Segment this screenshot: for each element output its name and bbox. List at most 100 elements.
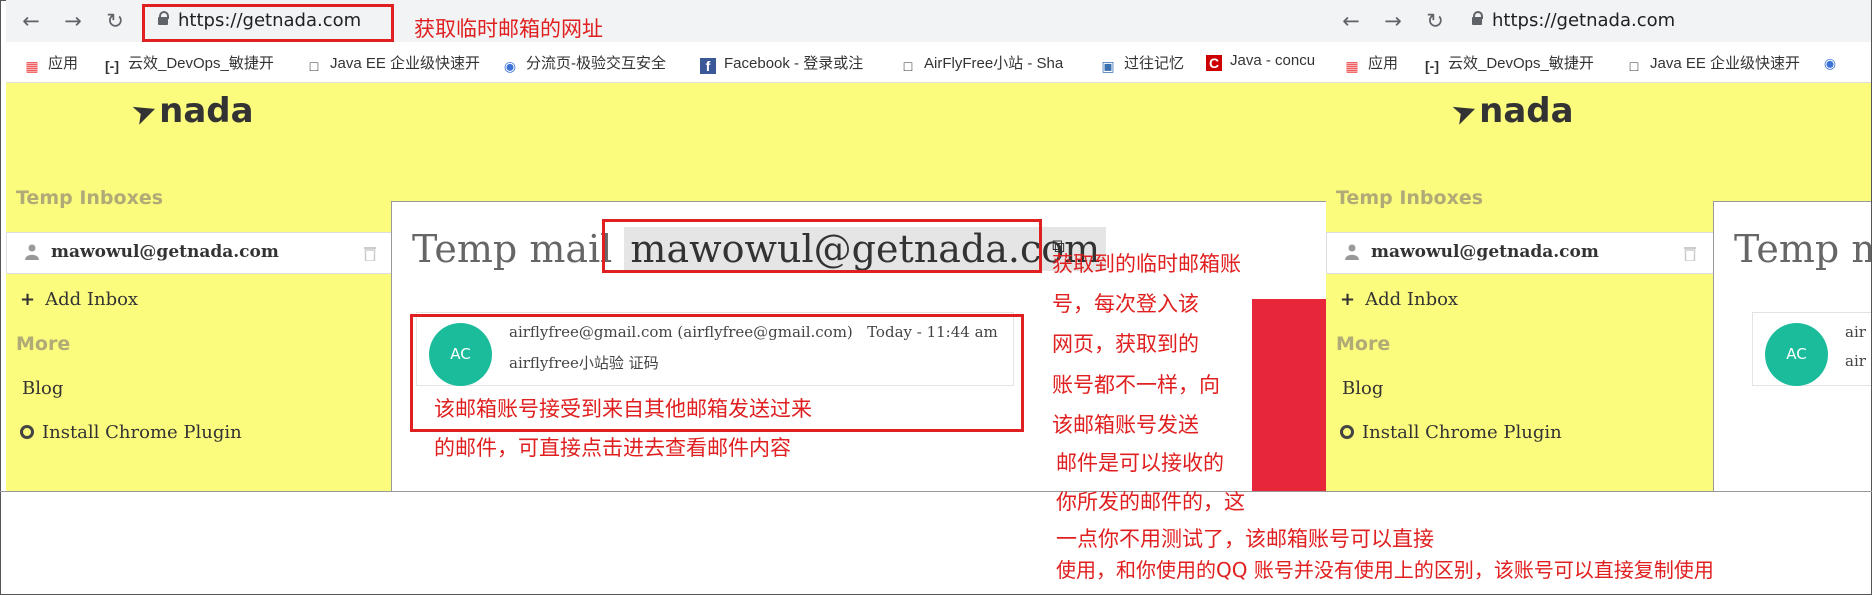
annotation-account-line: 一点你不用测试了，该邮箱账号可以直接 bbox=[1056, 527, 1434, 551]
url-highlight-box bbox=[142, 4, 394, 42]
bookmark-geetest[interactable]: ◉ bbox=[1822, 52, 1846, 71]
reload-icon[interactable]: ↻ bbox=[1422, 8, 1448, 34]
main-panel: Temp m AC air air bbox=[1713, 201, 1871, 491]
address-bar[interactable]: https://getnada.com bbox=[1460, 5, 1860, 37]
bookmark-java-concurrency[interactable]: C Java - concu bbox=[1206, 52, 1315, 71]
email-subject: air bbox=[1845, 352, 1866, 370]
email-list-item[interactable]: AC air air bbox=[1752, 312, 1871, 386]
forward-icon[interactable]: → bbox=[1380, 8, 1406, 34]
inbox-address: mawowul@getnada.com bbox=[1371, 242, 1599, 262]
add-inbox-button[interactable]: + Add Inbox bbox=[1340, 289, 1458, 310]
nada-site: ➤nada Temp Inboxes mawowul@getnada.com +… bbox=[1326, 83, 1871, 491]
paper-plane-icon: ➤ bbox=[1446, 91, 1483, 134]
bookmark-devops[interactable]: [-] 云效_DevOps_敏捷开 bbox=[1424, 52, 1594, 74]
annotation-account-line: 账号都不一样，向 bbox=[1052, 373, 1220, 397]
nada-logo[interactable]: ➤nada bbox=[127, 91, 254, 133]
reload-icon[interactable]: ↻ bbox=[102, 8, 128, 34]
devops-icon: [-] bbox=[1425, 58, 1439, 74]
chrome-plugin-label: Install Chrome Plugin bbox=[1362, 422, 1562, 443]
add-inbox-label: Add Inbox bbox=[45, 289, 139, 310]
page-icon: □ bbox=[309, 58, 319, 74]
chrome-icon bbox=[1340, 425, 1354, 439]
chrome-plugin-link[interactable]: Install Chrome Plugin bbox=[20, 422, 242, 443]
apps-grid-icon: ▦ bbox=[1345, 58, 1359, 74]
geetest-icon: ◉ bbox=[503, 58, 517, 74]
divider bbox=[0, 491, 1872, 492]
inbox-address: mawowul@getnada.com bbox=[51, 242, 279, 262]
annotation-url: 获取临时邮箱的网址 bbox=[414, 17, 603, 41]
annotation-account-line: 网页，获取到的 bbox=[1052, 332, 1199, 356]
facebook-icon: f bbox=[700, 58, 716, 74]
bookmark-javaee[interactable]: □ Java EE 企业级快速开 bbox=[306, 52, 480, 74]
trash-icon[interactable] bbox=[1683, 245, 1697, 261]
annotation-account-line: 使用，和你使用的QQ 账号并没有使用上的区别，该账号可以直接复制使用 bbox=[1056, 558, 1714, 582]
annotation-account-line: 号，每次登入该 bbox=[1052, 292, 1199, 316]
bookmark-devops[interactable]: [-] 云效_DevOps_敏捷开 bbox=[104, 52, 274, 74]
bookmark-airflyfree[interactable]: □ AirFlyFree小站 - Sha bbox=[900, 52, 1063, 74]
forward-icon[interactable]: → bbox=[60, 8, 86, 34]
bookmark-label: 应用 bbox=[1368, 55, 1399, 72]
browser-window-right: ← → ↻ https://getnada.com ▦ 应用 [-] 云效_DevO… bbox=[1326, 0, 1871, 491]
annotation-account-line: 该邮箱账号发送 bbox=[1052, 413, 1199, 437]
logo-text: nada bbox=[1479, 91, 1574, 131]
bookmark-javaee[interactable]: □ Java EE 企业级快速开 bbox=[1626, 52, 1800, 74]
bookmark-apps[interactable]: ▦ 应用 bbox=[24, 52, 78, 74]
bookmark-label: 应用 bbox=[48, 55, 79, 72]
bookmark-label: Facebook - 登录或注 bbox=[724, 55, 864, 72]
inbox-item[interactable]: mawowul@getnada.com bbox=[1326, 232, 1716, 274]
more-heading: More bbox=[1336, 333, 1391, 355]
back-icon[interactable]: ← bbox=[1338, 8, 1364, 34]
bookmark-label: AirFlyFree小站 - Sha bbox=[924, 55, 1064, 72]
bookmark-facebook[interactable]: f Facebook - 登录或注 bbox=[700, 52, 863, 74]
browser-toolbar: ← → ↻ https://getnada.com bbox=[1326, 0, 1871, 42]
avatar: AC bbox=[1765, 323, 1828, 386]
temp-inboxes-heading: Temp Inboxes bbox=[1336, 187, 1484, 209]
annotation-account-line: 邮件是可以接收的 bbox=[1056, 451, 1224, 475]
page-icon: □ bbox=[903, 58, 913, 74]
bookmark-memory[interactable]: ▣ 过往记忆 bbox=[1100, 52, 1184, 74]
apps-grid-icon: ▦ bbox=[25, 58, 39, 74]
bookmark-label: 分流页-极验交互安全 bbox=[526, 55, 666, 72]
bookmark-label: Java EE 企业级快速开 bbox=[1650, 55, 1801, 72]
back-icon[interactable]: ← bbox=[18, 8, 44, 34]
chrome-plugin-link[interactable]: Install Chrome Plugin bbox=[1340, 422, 1562, 443]
trash-icon[interactable] bbox=[363, 245, 377, 261]
annotation-account-line: 你所发的邮件的，这 bbox=[1056, 490, 1245, 514]
memory-icon: ▣ bbox=[1101, 58, 1115, 74]
annotation-account-line: 获取到的临时邮箱账 bbox=[1052, 252, 1241, 276]
address-highlight-box bbox=[602, 219, 1042, 273]
bookmark-label: Java - concu bbox=[1230, 52, 1316, 69]
annotation-email-1: 该邮箱账号接受到来自其他邮箱发送过来 bbox=[434, 397, 812, 421]
more-heading: More bbox=[16, 333, 71, 355]
bookmarks-bar: ▦ 应用 [-] 云效_DevOps_敏捷开 □ Java EE 企业级快速开 ◉ bbox=[1326, 42, 1871, 83]
lock-icon bbox=[1472, 11, 1483, 25]
email-from: air bbox=[1845, 323, 1866, 341]
blog-link[interactable]: Blog bbox=[1342, 378, 1383, 399]
annotation-email-2: 的邮件，可直接点击进去查看邮件内容 bbox=[434, 436, 791, 460]
bookmark-geetest[interactable]: ◉ 分流页-极验交互安全 bbox=[502, 52, 666, 74]
geetest-icon: ◉ bbox=[1823, 55, 1837, 71]
bookmark-label: 云效_DevOps_敏捷开 bbox=[1448, 55, 1594, 72]
blog-link[interactable]: Blog bbox=[22, 378, 63, 399]
bookmark-apps[interactable]: ▦ 应用 bbox=[1344, 52, 1398, 74]
logo-text: nada bbox=[159, 91, 254, 131]
temp-inboxes-heading: Temp Inboxes bbox=[16, 187, 164, 209]
person-icon bbox=[1345, 244, 1359, 260]
add-inbox-button[interactable]: + Add Inbox bbox=[20, 289, 138, 310]
paper-plane-icon: ➤ bbox=[126, 91, 163, 134]
csdn-icon: C bbox=[1206, 55, 1222, 71]
nada-logo[interactable]: ➤nada bbox=[1447, 91, 1574, 133]
plus-icon: + bbox=[20, 289, 36, 310]
inbox-item[interactable]: mawowul@getnada.com bbox=[6, 232, 396, 274]
chrome-icon bbox=[20, 425, 34, 439]
page-title: Temp m bbox=[1734, 227, 1871, 271]
red-block-decoration bbox=[1252, 299, 1326, 491]
bookmark-label: Java EE 企业级快速开 bbox=[330, 55, 481, 72]
plus-icon: + bbox=[1340, 289, 1356, 310]
chrome-plugin-label: Install Chrome Plugin bbox=[42, 422, 242, 443]
url-text: https://getnada.com bbox=[1492, 10, 1676, 31]
title-prefix: Temp mail bbox=[412, 227, 613, 271]
bookmark-label: 云效_DevOps_敏捷开 bbox=[128, 55, 274, 72]
person-icon bbox=[25, 244, 39, 260]
page-icon: □ bbox=[1629, 58, 1639, 74]
